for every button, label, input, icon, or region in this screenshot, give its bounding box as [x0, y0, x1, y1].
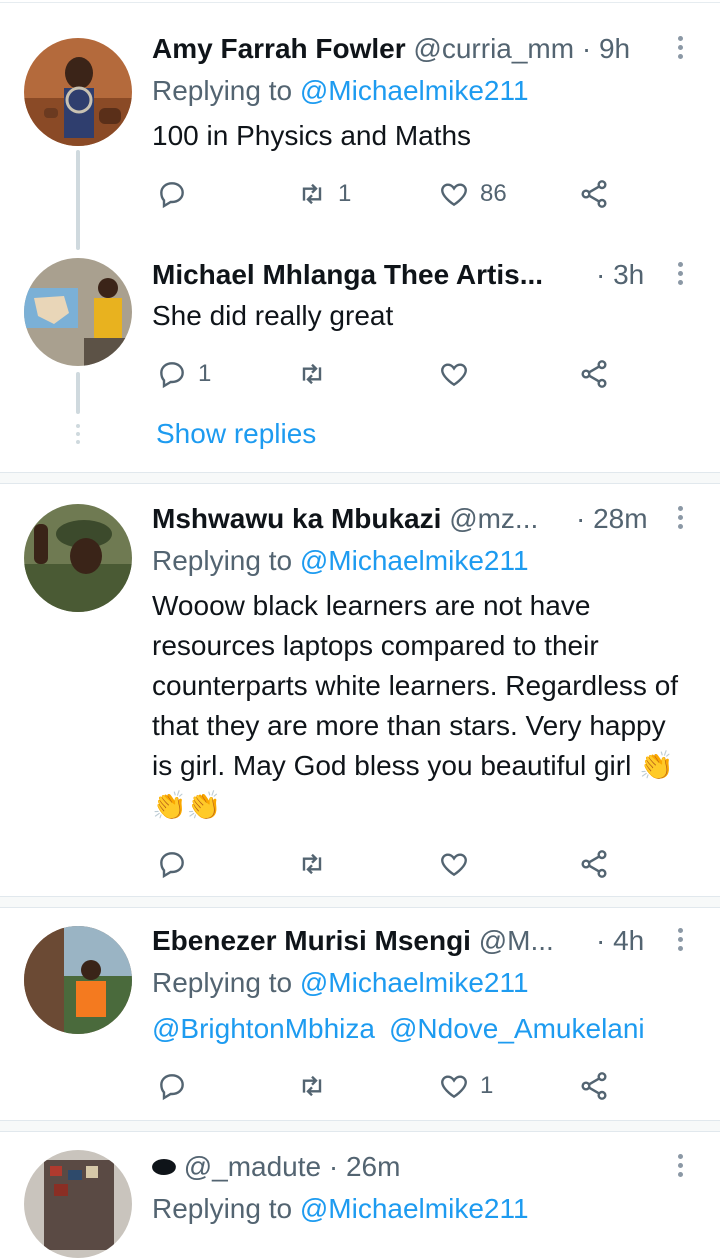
share-button[interactable] [578, 356, 610, 392]
avatar[interactable] [24, 926, 132, 1034]
mentions: @BrightonMbhiza @Ndove_Amukelani [152, 1012, 659, 1046]
replying-to: Replying to @Michaelmike211 [152, 1192, 529, 1226]
like-icon [441, 363, 467, 387]
like-count: 1 [480, 1072, 494, 1099]
timestamp[interactable]: · 26m [329, 1151, 401, 1182]
like-icon [441, 1075, 467, 1099]
replying-to-link[interactable]: @Michaelmike211 [300, 545, 529, 576]
mention-link[interactable]: @BrightonMbhiza [152, 1013, 375, 1044]
replying-to-link[interactable]: @Michaelmike211 [300, 1193, 529, 1224]
section-divider [0, 896, 720, 908]
more-icon[interactable] [670, 506, 690, 536]
avatar[interactable] [24, 1150, 132, 1258]
share-icon [581, 1072, 607, 1100]
display-name[interactable]: Ebenezer Murisi Msengi [152, 925, 471, 956]
share-icon [581, 850, 607, 878]
like-count: 86 [480, 180, 507, 207]
retweet-button[interactable] [296, 846, 328, 882]
replying-to-prefix: Replying to [152, 75, 300, 106]
section-divider [0, 472, 720, 484]
mention-link[interactable]: @Ndove_Amukelani [389, 1013, 645, 1044]
like-icon [441, 183, 467, 207]
retweet-icon [302, 1075, 322, 1097]
display-name[interactable]: Amy Farrah Fowler [152, 33, 406, 64]
avatar[interactable] [24, 258, 132, 366]
reply-count: 1 [198, 360, 212, 387]
timestamp[interactable]: · 3h [596, 258, 644, 292]
tweet-text: 100 in Physics and Maths [152, 120, 472, 151]
retweet-button[interactable] [296, 356, 328, 392]
show-replies-link[interactable]: Show replies [156, 418, 316, 450]
more-icon[interactable] [670, 1154, 690, 1184]
share-button[interactable] [578, 846, 610, 882]
display-name[interactable]: Mshwawu ka Mbukazi [152, 503, 441, 534]
reply-button[interactable] [156, 846, 188, 882]
replying-to-link[interactable]: @Michaelmike211 [300, 75, 529, 106]
replying-to: Replying to @Michaelmike211 [152, 966, 529, 1000]
tweet-header: Ebenezer Murisi Msengi @M... [152, 924, 560, 958]
handle[interactable]: @mz... [449, 503, 538, 534]
avatar[interactable] [24, 504, 132, 612]
retweet-icon [302, 363, 322, 385]
like-button[interactable] [438, 846, 470, 882]
reply-icon [160, 182, 184, 209]
display-name-emoji[interactable]: ⬬ [152, 1151, 176, 1182]
display-name[interactable]: Michael Mhlanga Thee Artis... [152, 259, 543, 290]
like-icon [441, 853, 467, 877]
reply-icon [160, 1074, 184, 1101]
retweet-button[interactable]: 1 [296, 176, 351, 212]
section-divider [0, 1120, 720, 1132]
tweet-text: Wooow black learners are not have resour… [152, 590, 679, 821]
share-icon [581, 180, 607, 208]
replying-to-prefix: Replying to [152, 967, 300, 998]
tweet-header: Amy Farrah Fowler @curria_mm · 9h [152, 32, 660, 66]
replying-to-prefix: Replying to [152, 1193, 300, 1224]
retweet-button[interactable] [296, 1068, 328, 1104]
thread-line [76, 372, 80, 414]
thread-line [76, 150, 80, 250]
reply-icon [160, 362, 184, 389]
like-button[interactable]: 86 [438, 176, 507, 212]
more-icon[interactable] [670, 928, 690, 958]
share-button[interactable] [578, 176, 610, 212]
avatar[interactable] [24, 38, 132, 146]
more-icon[interactable] [670, 36, 690, 66]
handle[interactable]: @_madute [184, 1151, 321, 1182]
handle[interactable]: @curria_mm [413, 33, 574, 64]
top-divider [0, 2, 720, 3]
replying-to-prefix: Replying to [152, 545, 300, 576]
handle[interactable]: @M... [479, 925, 554, 956]
retweet-icon [302, 183, 322, 205]
tweet-header: ⬬ @_madute · 26m [152, 1150, 560, 1184]
tweet-text: She did really great [152, 300, 394, 331]
replying-to: Replying to @Michaelmike211 [152, 74, 529, 108]
timestamp[interactable]: · 4h [596, 924, 644, 958]
more-icon[interactable] [670, 262, 690, 292]
replying-to-link[interactable]: @Michaelmike211 [300, 967, 529, 998]
retweet-icon [302, 853, 322, 875]
reply-icon [160, 852, 184, 879]
tweet-header: Mshwawu ka Mbukazi @mz... [152, 502, 560, 536]
retweet-count: 1 [338, 180, 352, 207]
thread-dots [76, 424, 80, 448]
timestamp[interactable]: · 9h [582, 33, 630, 64]
timestamp[interactable]: · 28m [576, 502, 648, 536]
reply-button[interactable] [156, 1068, 188, 1104]
like-button[interactable] [438, 356, 470, 392]
share-button[interactable] [578, 1068, 610, 1104]
reply-button[interactable]: 1 [156, 356, 211, 392]
reply-button[interactable] [156, 176, 188, 212]
share-icon [581, 360, 607, 388]
replying-to: Replying to @Michaelmike211 [152, 544, 529, 578]
like-button[interactable]: 1 [438, 1068, 493, 1104]
tweet-header: Michael Mhlanga Thee Artis... [152, 258, 560, 292]
